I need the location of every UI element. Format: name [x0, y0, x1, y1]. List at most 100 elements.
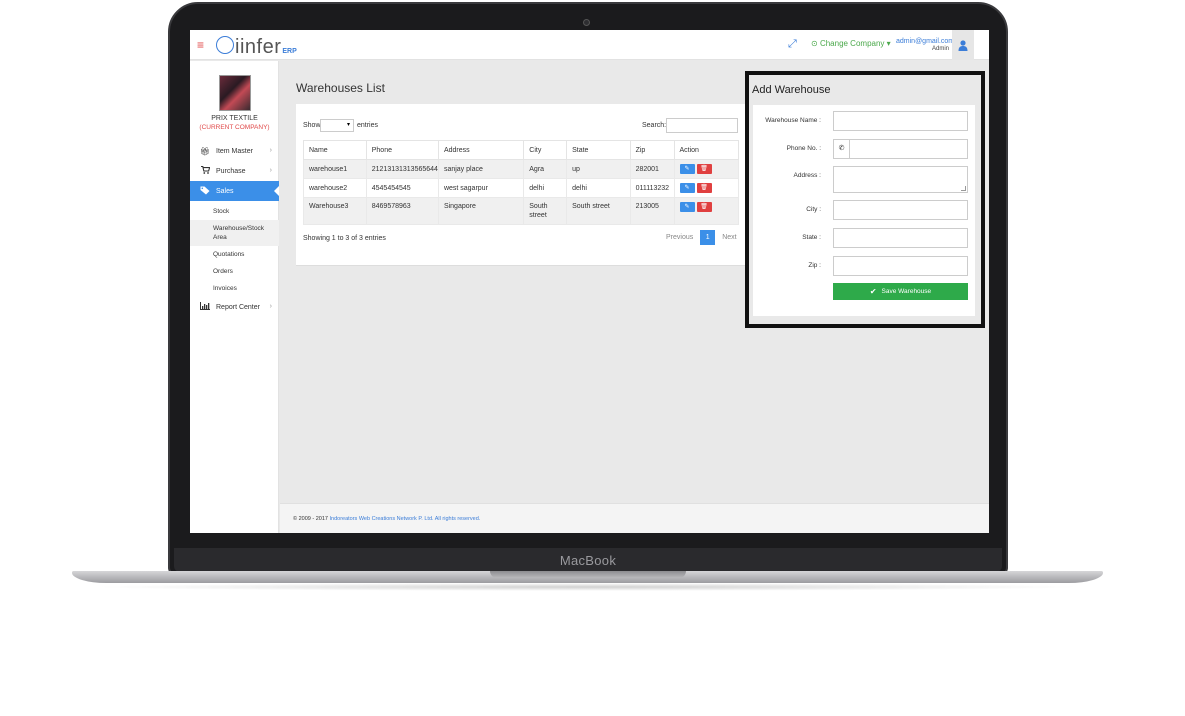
user-icon[interactable]	[952, 30, 974, 60]
cell-phone: 21213131313565644	[365, 159, 439, 179]
change-company-button[interactable]: ⊙ Change Company ▾	[811, 39, 891, 48]
search-input[interactable]	[666, 118, 738, 133]
change-company-label: Change Company	[819, 39, 885, 48]
zip-input[interactable]	[833, 256, 968, 276]
app-logo[interactable]: iinfer ERP	[216, 33, 297, 57]
cell-phone: 4545454545	[365, 178, 439, 198]
footer: © 2009 - 2017 Indoreators Web Creations …	[280, 503, 989, 533]
menu-icon[interactable]: ≡	[197, 38, 204, 52]
cell-name: Warehouse3	[303, 197, 367, 225]
add-warehouse-panel: Add Warehouse Warehouse Name : Phone No.…	[745, 71, 985, 328]
search-label: Search:	[642, 122, 667, 129]
company-current-label: (CURRENT COMPANY)	[199, 124, 270, 131]
pager-page-1[interactable]: 1	[700, 230, 716, 245]
save-warehouse-button[interactable]: ✔ Save Warehouse	[833, 283, 968, 300]
trash-icon[interactable]: 🗑︎	[696, 183, 712, 193]
showing-info: Showing 1 to 3 of 3 entries	[303, 235, 386, 242]
user-email[interactable]: admin@gmail.com	[896, 38, 954, 45]
column-header-address[interactable]: Address	[437, 140, 525, 160]
logo-text: iinfer	[235, 36, 282, 58]
trash-icon[interactable]: 🗑︎	[696, 164, 712, 174]
state-input[interactable]	[833, 228, 968, 248]
cell-zip: 282001	[629, 159, 675, 179]
zip-label: Zip :	[808, 262, 821, 269]
top-bar: ≡ iinfer ERP ⤢ ⊙ Change Company ▾ admin@…	[190, 30, 989, 60]
cell-city: delhi	[523, 178, 568, 198]
tags-icon	[199, 186, 211, 197]
sidebar-subitem-quotations[interactable]: Quotations	[190, 246, 279, 263]
cell-zip: 213005	[629, 197, 675, 225]
sidebar-item-label: Sales	[216, 187, 234, 195]
sidebar-subitem-warehouse[interactable]: Warehouse/Stock Area	[190, 220, 279, 246]
check-icon: ✔	[869, 287, 877, 296]
column-header-phone[interactable]: Phone	[365, 140, 439, 160]
cell-city: Agra	[523, 159, 568, 179]
footer-prefix: © 2009 - 2017	[293, 516, 328, 522]
sidebar-subitem-orders[interactable]: Orders	[190, 263, 279, 280]
sidebar: PRIX TEXTILE (CURRENT COMPANY) 🎁︎ Item M…	[190, 61, 279, 533]
cell-action: ✎ 🗑︎	[673, 178, 739, 198]
sidebar-item-item-master[interactable]: 🎁︎ Item Master ›	[190, 141, 279, 161]
column-header-state[interactable]: State	[566, 140, 631, 160]
sidebar-item-report-center[interactable]: Report Center ›	[190, 297, 279, 317]
warehouse-name-input[interactable]	[833, 111, 968, 131]
state-label: State :	[802, 234, 821, 241]
warehouse-name-label: Warehouse Name :	[765, 117, 821, 124]
company-name: PRIX TEXTILE	[211, 115, 258, 122]
sidebar-subitem-stock[interactable]: Stock	[190, 203, 279, 220]
user-glyph-icon	[958, 39, 968, 51]
fullscreen-icon[interactable]: ⤢	[788, 38, 797, 51]
sales-submenu: Stock Warehouse/Stock Area Quotations Or…	[190, 201, 279, 297]
cell-name: warehouse2	[303, 178, 367, 198]
table-row: warehouse2 4545454545 west sagarpur delh…	[303, 178, 739, 198]
trash-icon[interactable]: 🗑︎	[696, 202, 712, 212]
table-row: warehouse1 21213131313565644 sanjay plac…	[303, 159, 739, 179]
bar-chart-icon	[199, 302, 211, 312]
logo-suffix: ERP	[282, 48, 297, 55]
footer-text: © 2009 - 2017 Indoreators Web Creations …	[293, 516, 480, 522]
sidebar-item-sales[interactable]: Sales	[190, 181, 279, 201]
chevron-right-icon: ›	[269, 303, 272, 310]
city-label: City :	[806, 206, 821, 213]
sidebar-subitem-invoices[interactable]: Invoices	[190, 280, 279, 297]
cell-state: delhi	[566, 178, 631, 198]
cell-name: warehouse1	[303, 159, 367, 179]
company-avatar	[219, 75, 251, 111]
city-input[interactable]	[833, 200, 968, 220]
column-header-city[interactable]: City	[523, 140, 568, 160]
warehouse-table: Name Phone Address City State Zip Action…	[303, 140, 739, 225]
pager-next[interactable]: Next	[722, 234, 736, 241]
column-header-name[interactable]: Name	[303, 140, 367, 160]
cell-address: sanjay place	[437, 159, 525, 179]
address-textarea[interactable]	[833, 166, 968, 193]
logo-circle-icon	[216, 36, 234, 54]
entries-select[interactable]: ▾	[320, 119, 354, 132]
cell-zip: 011113232	[629, 178, 675, 198]
add-warehouse-title: Add Warehouse	[752, 84, 831, 96]
address-label: Address :	[793, 172, 821, 179]
sidebar-item-purchase[interactable]: Purchase ›	[190, 161, 279, 181]
sidebar-item-label: Report Center	[216, 303, 260, 311]
cell-address: west sagarpur	[437, 178, 525, 198]
phone-input[interactable]	[849, 139, 968, 159]
sidebar-item-label: Item Master	[216, 147, 253, 155]
edit-icon[interactable]: ✎	[679, 164, 695, 174]
page-title: Warehouses List	[296, 81, 385, 95]
cell-phone: 8469578963	[365, 197, 439, 225]
edit-icon[interactable]: ✎	[679, 202, 695, 212]
edit-icon[interactable]: ✎	[679, 183, 695, 193]
gift-icon: 🎁︎	[199, 146, 211, 156]
chevron-right-icon: ›	[269, 147, 272, 154]
column-header-zip[interactable]: Zip	[629, 140, 675, 160]
laptop-shadow	[90, 583, 1085, 591]
pager-previous[interactable]: Previous	[666, 234, 693, 241]
entries-label: entries	[357, 122, 379, 129]
cell-state: South street	[566, 197, 631, 225]
cell-city: South street	[523, 197, 568, 225]
save-warehouse-label: Save Warehouse	[881, 288, 932, 295]
cell-action: ✎ 🗑︎	[673, 159, 739, 179]
show-label: Show	[303, 122, 321, 129]
footer-company-link[interactable]: Indoreators Web Creations Network P. Ltd…	[329, 516, 480, 522]
cell-address: Singapore	[437, 197, 525, 225]
app-screen: ≡ iinfer ERP ⤢ ⊙ Change Company ▾ admin@…	[190, 30, 989, 533]
